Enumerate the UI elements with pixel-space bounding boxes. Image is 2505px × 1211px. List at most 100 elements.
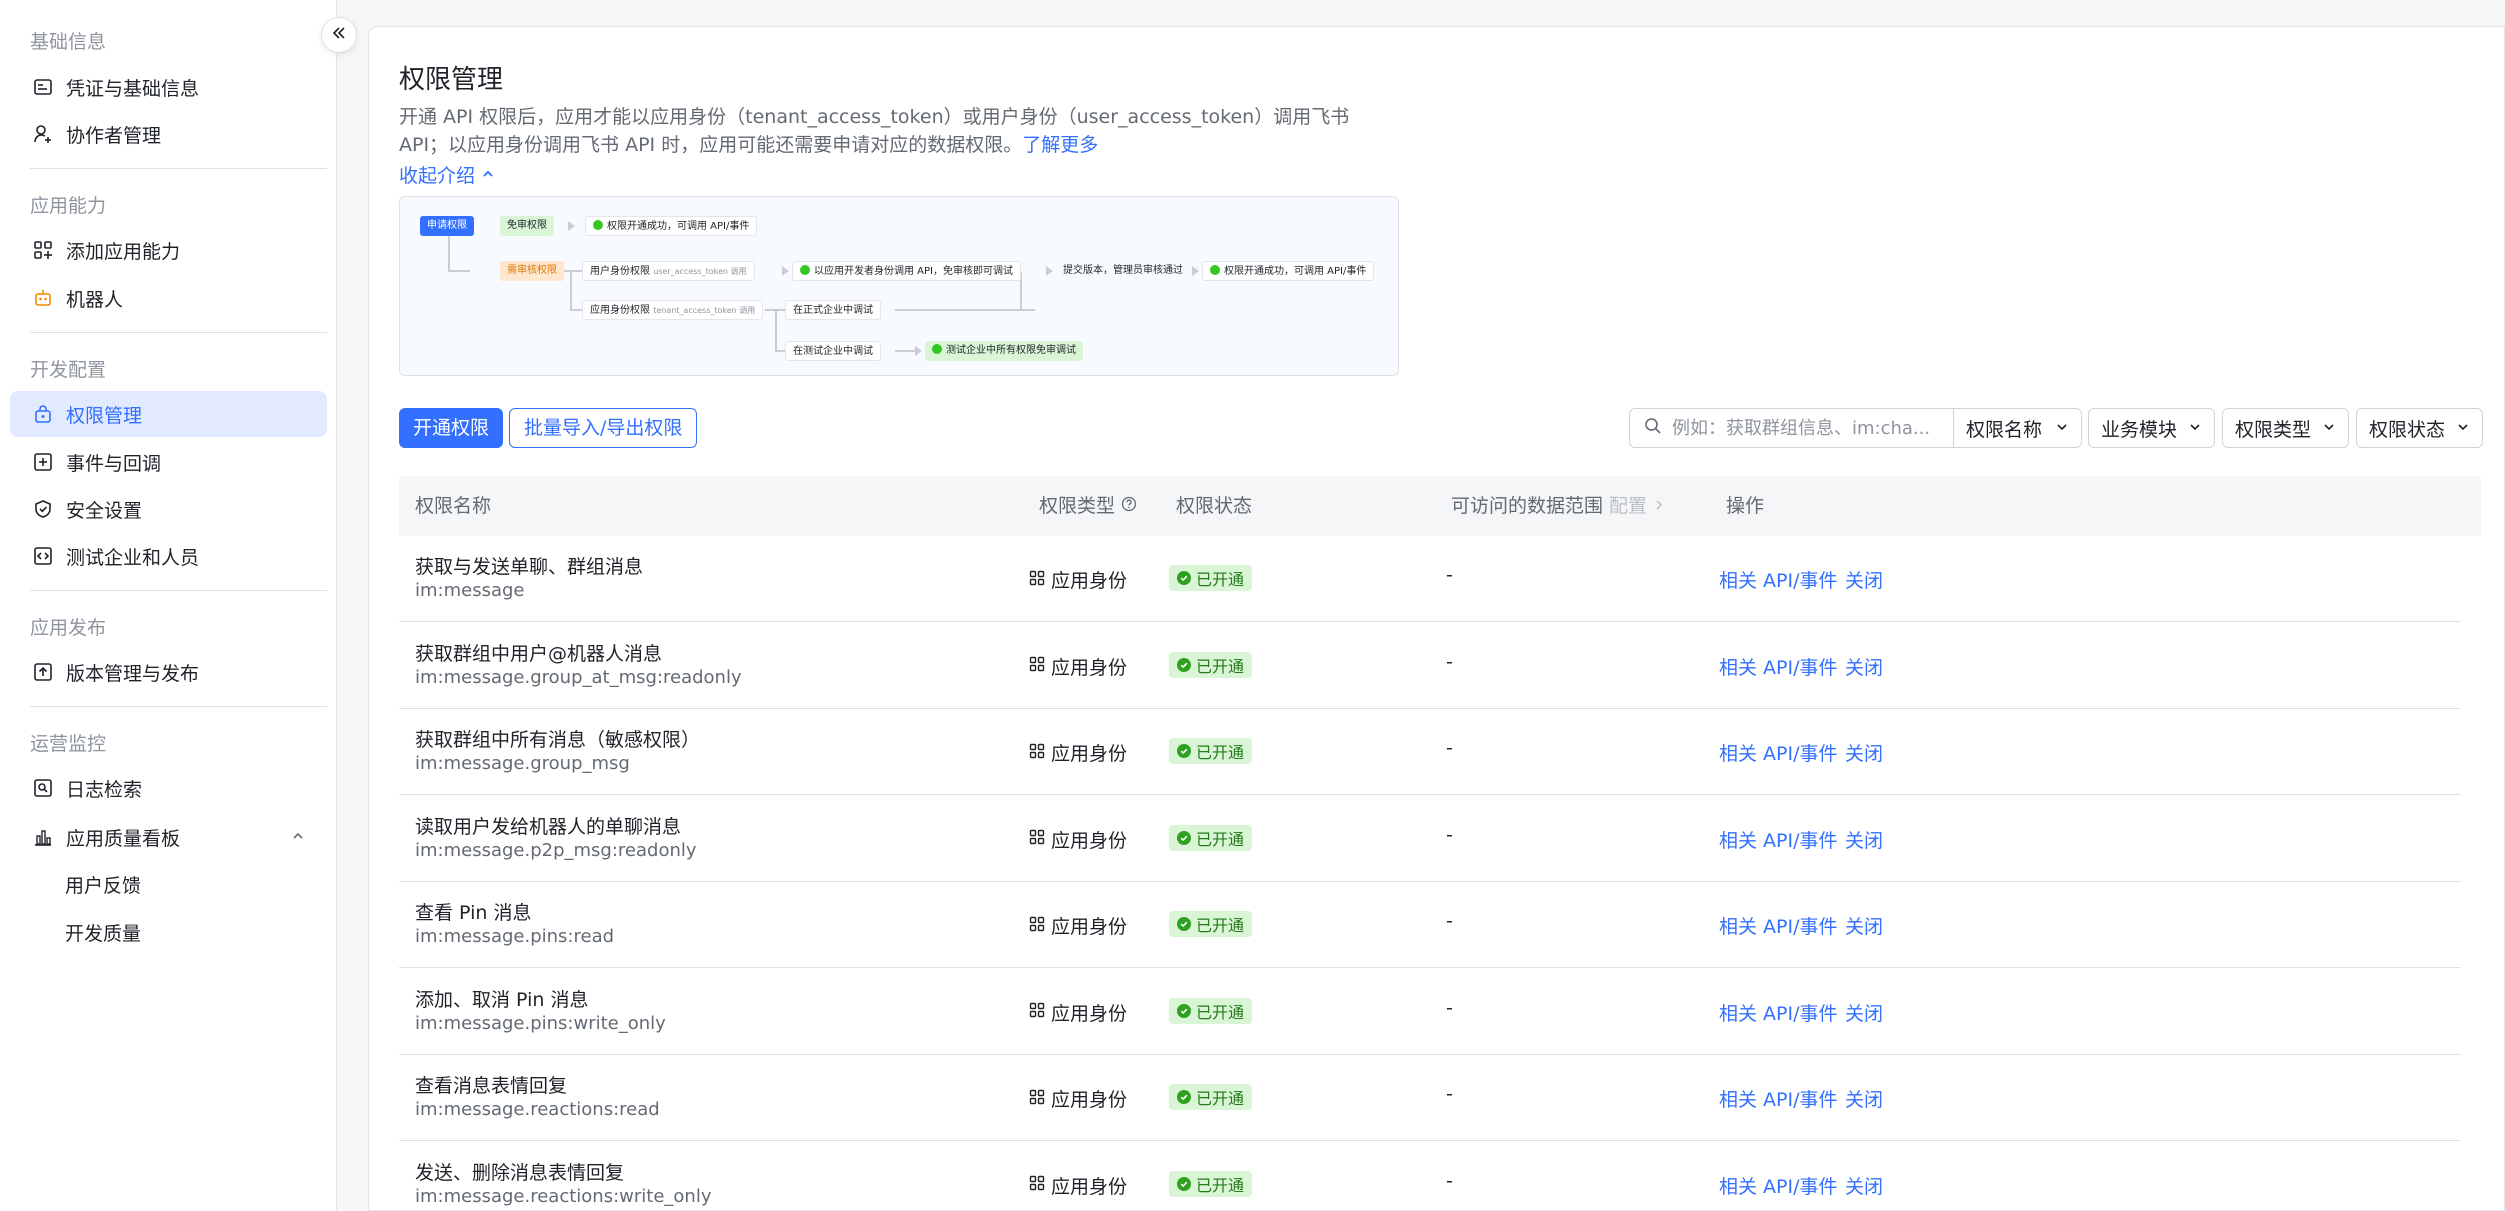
check-circle-icon (1177, 744, 1191, 758)
close-permission-link[interactable]: 关闭 (1845, 653, 1883, 680)
data-scope: - (1446, 1083, 1453, 1105)
close-permission-link[interactable]: 关闭 (1845, 566, 1883, 593)
permission-code: im:message.pins:read (415, 926, 615, 947)
event-icon (32, 451, 54, 473)
filter-status-select[interactable]: 权限状态 (2356, 408, 2483, 448)
collapse-sidebar-button[interactable] (321, 17, 357, 53)
check-circle-icon (1210, 265, 1220, 275)
related-api-link[interactable]: 相关 API/事件 (1719, 566, 1838, 593)
close-permission-link[interactable]: 关闭 (1845, 1085, 1883, 1112)
app-grid-icon (1029, 742, 1045, 764)
related-api-link[interactable]: 相关 API/事件 (1719, 1172, 1838, 1199)
sidebar: 基础信息 凭证与基础信息 协作者管理 应用能力 添加应用能力 机器人 开发配置 … (0, 0, 337, 1211)
close-permission-link[interactable]: 关闭 (1845, 912, 1883, 939)
flow-connector (775, 350, 785, 352)
app-grid-icon (1029, 828, 1045, 850)
sidebar-group-title: 运营监控 (30, 733, 107, 755)
status-label: 已开通 (1196, 916, 1245, 935)
intro-description: 开通 API 权限后，应用才能以应用身份（tenant_access_token… (399, 106, 1350, 156)
filter-permission-name-select[interactable]: 权限名称 (1954, 408, 2082, 448)
status-badge: 已开通 (1169, 1084, 1253, 1110)
data-scope: - (1446, 910, 1453, 932)
filter-type-select[interactable]: 权限类型 (2222, 408, 2349, 448)
grid-add-icon (32, 239, 54, 261)
divider (30, 590, 327, 591)
data-scope: - (1446, 737, 1453, 759)
permission-code: im:message.pins:write_only (415, 1012, 666, 1034)
sidebar-item-label: 安全设置 (66, 499, 143, 522)
sidebar-item-test-tenant[interactable]: 测试企业和人员 (10, 533, 327, 579)
user-add-icon (32, 123, 54, 145)
sidebar-item-collaborators[interactable]: 协作者管理 (10, 111, 327, 157)
filter-module-select[interactable]: 业务模块 (2088, 408, 2215, 448)
batch-import-export-button[interactable]: 批量导入/导出权限 (509, 408, 698, 448)
sidebar-item-label: 版本管理与发布 (66, 662, 200, 685)
permission-code: im:message.reactions:read (415, 1099, 660, 1120)
sidebar-item-user-feedback[interactable]: 用户反馈 (10, 861, 327, 907)
sidebar-item-log-search[interactable]: 日志检索 (10, 765, 327, 811)
sidebar-item-release[interactable]: 版本管理与发布 (10, 649, 327, 695)
flow-apply: 申请权限 (420, 216, 474, 236)
sidebar-item-permissions[interactable]: 权限管理 (10, 391, 327, 437)
sidebar-item-credentials[interactable]: 凭证与基础信息 (10, 64, 327, 110)
app-grid-icon (1029, 655, 1045, 677)
help-icon[interactable] (1121, 476, 1137, 536)
search-icon (1644, 417, 1662, 440)
collapse-intro-link[interactable]: 收起介绍 (399, 161, 495, 188)
scope-config-link[interactable]: 配置 (1609, 476, 1647, 536)
permission-flow-diagram: 申请权限 免审权限 权限开通成功，可调用 API/事件 需审核权限 用户身份权限… (399, 196, 1399, 376)
sidebar-item-quality-board[interactable]: 应用质量看板 (10, 814, 327, 860)
flow-user-token-label: user_access_token 调用 (653, 267, 747, 276)
chevron-up-icon[interactable] (291, 826, 305, 848)
status-label: 已开通 (1196, 656, 1245, 676)
sidebar-group-title: 基础信息 (30, 31, 107, 53)
permission-name: 读取用户发给机器人的单聊消息 (415, 815, 682, 838)
flow-free-result-label: 权限开通成功，可调用 API/事件 (607, 221, 750, 232)
status-label: 已开通 (1196, 1089, 1245, 1108)
status-badge: 已开通 (1169, 738, 1253, 764)
status-badge: 已开通 (1169, 651, 1253, 678)
sidebar-item-robot[interactable]: 机器人 (10, 275, 327, 321)
chevron-down-icon (2322, 417, 2336, 439)
search-field[interactable] (1629, 408, 1954, 448)
close-permission-link[interactable]: 关闭 (1845, 1172, 1883, 1199)
flow-user-perm: 用户身份权限 user_access_token 调用 (582, 261, 755, 281)
sidebar-item-security[interactable]: 安全设置 (10, 486, 327, 532)
close-permission-link[interactable]: 关闭 (1845, 826, 1883, 853)
flow-connector (570, 309, 582, 311)
permission-type: 应用身份 (1029, 739, 1127, 766)
permission-type-label: 应用身份 (1051, 1002, 1128, 1025)
related-api-link[interactable]: 相关 API/事件 (1719, 653, 1838, 680)
flow-user-dev-label: 以应用开发者身份调用 API，免审核即可调试 (814, 266, 1013, 277)
flow-app-token-label: tenant_access_token 调用 (653, 306, 756, 315)
status-label: 已开通 (1196, 829, 1245, 849)
sidebar-item-events[interactable]: 事件与回调 (10, 439, 327, 485)
table-row: 查看 Pin 消息 im:message.pins:read 应用身份 已开通 … (399, 882, 2461, 968)
close-permission-link[interactable]: 关闭 (1845, 999, 1883, 1026)
related-api-link[interactable]: 相关 API/事件 (1719, 739, 1838, 766)
enable-permission-button[interactable]: 开通权限 (399, 408, 504, 448)
column-header-name: 权限名称 (415, 495, 492, 517)
related-api-link[interactable]: 相关 API/事件 (1719, 912, 1838, 939)
check-circle-icon (932, 344, 942, 354)
chevron-right-icon (1653, 476, 1665, 536)
sidebar-item-add-capability[interactable]: 添加应用能力 (10, 227, 327, 273)
divider (30, 332, 327, 333)
app-grid-icon (1029, 915, 1045, 937)
sidebar-item-dev-quality[interactable]: 开发质量 (10, 909, 327, 955)
permission-type: 应用身份 (1029, 912, 1127, 939)
flow-test-result: 测试企业中所有权限免审调试 (925, 341, 1083, 361)
permission-name: 获取与发送单聊、群组消息 (415, 556, 644, 578)
close-permission-link[interactable]: 关闭 (1845, 739, 1883, 766)
permission-name: 获取群组中用户@机器人消息 (415, 642, 663, 665)
table-row: 读取用户发给机器人的单聊消息 im:message.p2p_msg:readon… (399, 796, 2461, 882)
flow-app-perm-label: 应用身份权限 (590, 305, 650, 316)
table-header: 权限名称 权限类型 权限状态 可访问的数据范围 配置 操作 (399, 476, 2481, 536)
data-scope: - (1446, 1169, 1453, 1192)
related-api-link[interactable]: 相关 API/事件 (1719, 826, 1838, 853)
learn-more-link[interactable]: 了解更多 (1022, 134, 1098, 156)
related-api-link[interactable]: 相关 API/事件 (1719, 999, 1838, 1026)
search-input[interactable] (1672, 417, 1932, 439)
bar-chart-icon (32, 826, 54, 848)
related-api-link[interactable]: 相关 API/事件 (1719, 1085, 1838, 1112)
